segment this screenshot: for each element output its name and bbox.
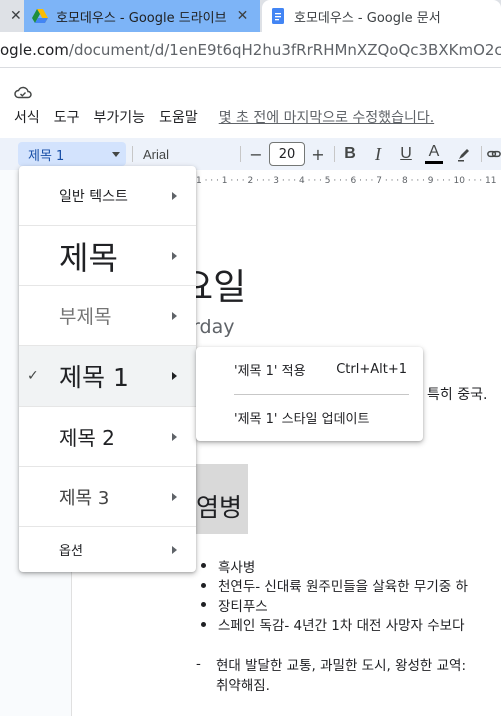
text-color-button[interactable]: A bbox=[423, 142, 445, 166]
style-menu-item-heading-2[interactable]: 제목 2 bbox=[19, 407, 196, 467]
bullet-icon bbox=[201, 602, 206, 608]
style-menu-item-label: 제목 bbox=[59, 238, 118, 277]
browser-tab-docs[interactable]: 호모데우스 - Google 문서 bbox=[262, 0, 501, 32]
chevron-right-icon bbox=[172, 492, 177, 501]
style-menu-item-heading-3[interactable]: 제목 3 bbox=[19, 467, 196, 527]
style-menu-item-label: 제목 1 bbox=[59, 363, 129, 392]
style-menu-item-normal-text[interactable]: 일반 텍스트 bbox=[19, 166, 196, 226]
style-menu-item-label: 제목 2 bbox=[59, 426, 115, 450]
paragraph-style-select[interactable]: 제목 1 bbox=[18, 142, 126, 166]
style-menu-item-label: 일반 텍스트 bbox=[59, 188, 128, 205]
list-item[interactable]: 장티푸스 bbox=[196, 595, 468, 615]
update-heading-1-style-item[interactable]: '제목 1' 스타일 업데이트 bbox=[196, 397, 423, 437]
style-menu-item-title[interactable]: 제목 bbox=[19, 226, 196, 286]
bullet-list: 흑사병 천연두- 신대륙 원주민들을 살육한 무기중 하 장티푸스 스페인 독감… bbox=[196, 556, 468, 634]
menu-tools[interactable]: 도구 bbox=[54, 107, 80, 127]
chevron-right-icon bbox=[172, 372, 177, 380]
heading-1-submenu: '제목 1' 적용 Ctrl+Alt+1 '제목 1' 스타일 업데이트 bbox=[196, 347, 423, 441]
font-select[interactable]: Arial bbox=[143, 142, 233, 166]
bullet-icon bbox=[201, 621, 206, 627]
menu-addons[interactable]: 부가기능 bbox=[94, 107, 146, 127]
address-host: ogle.com bbox=[0, 40, 69, 59]
close-icon[interactable]: ✕ bbox=[10, 8, 22, 24]
paragraph-style-menu: 일반 텍스트 제목 부제목 ✓ 제목 1 제목 2 제목 3 옵션 bbox=[19, 166, 196, 572]
font-select-value: Arial bbox=[143, 146, 170, 162]
style-menu-item-label: 옵션 bbox=[59, 544, 83, 559]
dash-paragraph: - 현대 발달한 교통, 과밀한 도시, 왕성한 교역: 취약해짐. bbox=[196, 654, 466, 694]
docs-icon bbox=[270, 8, 286, 24]
last-edit-link[interactable]: 몇 초 전에 마지막으로 수정했습니다. bbox=[219, 107, 434, 127]
list-item-text: 천연두- 신대륙 원주민들을 살육한 무기중 하 bbox=[218, 579, 468, 596]
tab-label: 호모데우스 - Google 문서 bbox=[294, 10, 441, 26]
chevron-down-icon bbox=[112, 152, 120, 157]
menu-help[interactable]: 도움말 bbox=[159, 107, 198, 127]
text-color-swatch bbox=[425, 161, 443, 164]
drive-icon bbox=[32, 8, 48, 24]
list-item-text: 흑사병 bbox=[218, 559, 256, 576]
paragraph-line[interactable]: 취약해짐. bbox=[196, 674, 466, 694]
horizontal-ruler[interactable]: 1 · · · 1 · · · 2 · · · 3 · · · 4 · · · … bbox=[196, 174, 501, 188]
browser-tab-drive[interactable]: 호모데우스 - Google 드라이브 ✕ bbox=[24, 0, 260, 32]
cloud-icon[interactable] bbox=[14, 84, 32, 99]
list-item-text: 장티푸스 bbox=[218, 598, 268, 615]
menu-format[interactable]: 서식 bbox=[14, 107, 40, 127]
underline-button[interactable]: U bbox=[395, 142, 417, 166]
link-icon[interactable] bbox=[486, 142, 501, 166]
bullet-icon bbox=[201, 582, 206, 588]
chevron-right-icon bbox=[172, 191, 177, 200]
document-heading-text[interactable]: 염병 bbox=[195, 464, 248, 534]
submenu-item-label: '제목 1' 적용 bbox=[234, 363, 306, 379]
browser-tab-previous[interactable]: ✕ bbox=[0, 0, 24, 32]
close-icon[interactable]: ✕ bbox=[237, 8, 249, 24]
style-menu-item-heading-1[interactable]: ✓ 제목 1 bbox=[19, 346, 196, 407]
tab-label: 호모데우스 - Google 드라이브 bbox=[56, 10, 227, 26]
chevron-right-icon bbox=[172, 432, 177, 441]
list-item[interactable]: 흑사병 bbox=[196, 556, 468, 576]
browser-tabstrip: ✕ 호모데우스 - Google 드라이브 ✕ 호모데우스 - Google 문… bbox=[0, 0, 501, 32]
address-path: /document/d/1enE9t6qH2hu3fRrRHMnXZQoQc3B… bbox=[68, 40, 501, 59]
italic-button[interactable]: I bbox=[367, 142, 389, 166]
toolbar-divider bbox=[132, 146, 133, 162]
dash-marker: - bbox=[196, 656, 201, 672]
toolbar-divider bbox=[481, 146, 482, 162]
increase-font-size-button[interactable]: + bbox=[307, 142, 329, 166]
submenu-divider bbox=[234, 394, 409, 395]
chevron-right-icon bbox=[172, 545, 177, 554]
apply-heading-1-item[interactable]: '제목 1' 적용 Ctrl+Alt+1 bbox=[196, 349, 423, 389]
style-select-value: 제목 1 bbox=[28, 148, 65, 164]
style-menu-item-label: 부제목 bbox=[59, 306, 112, 328]
paragraph-text: 취약해짐. bbox=[216, 678, 270, 694]
font-size-input[interactable]: 20 bbox=[269, 142, 305, 166]
style-menu-item-label: 제목 3 bbox=[59, 487, 110, 509]
text-color-letter: A bbox=[428, 143, 440, 160]
list-item[interactable]: 스페인 독감- 4년간 1차 대전 사망자 수보다 bbox=[196, 615, 468, 635]
keyboard-shortcut: Ctrl+Alt+1 bbox=[336, 361, 407, 377]
docs-menubar: 서식 도구 부가기능 도움말 몇 초 전에 마지막으로 수정했습니다. bbox=[0, 106, 434, 128]
toolbar-divider bbox=[334, 146, 335, 162]
bullet-icon bbox=[201, 563, 206, 569]
submenu-item-label: '제목 1' 스타일 업데이트 bbox=[234, 411, 370, 427]
check-icon: ✓ bbox=[27, 368, 39, 384]
decrease-font-size-button[interactable]: − bbox=[245, 142, 267, 166]
style-menu-item-subtitle[interactable]: 부제목 bbox=[19, 286, 196, 346]
bold-button[interactable]: B bbox=[339, 142, 361, 166]
toolbar-divider bbox=[240, 146, 241, 162]
paragraph-text: 현대 발달한 교통, 과밀한 도시, 왕성한 교역: bbox=[216, 658, 467, 674]
chevron-right-icon bbox=[172, 311, 177, 320]
paragraph-line[interactable]: - 현대 발달한 교통, 과밀한 도시, 왕성한 교역: bbox=[196, 654, 466, 674]
highlighter-icon[interactable] bbox=[453, 142, 475, 166]
document-body-text[interactable]: 특히 중국. bbox=[427, 384, 487, 404]
style-menu-item-options[interactable]: 옵션 bbox=[19, 527, 196, 572]
list-item[interactable]: 천연두- 신대륙 원주민들을 살육한 무기중 하 bbox=[196, 576, 468, 596]
list-item-text: 스페인 독감- 4년간 1차 대전 사망자 수보다 bbox=[218, 618, 465, 635]
address-bar[interactable]: ogle.com/document/d/1enE9t6qH2hu3fRrRHMn… bbox=[0, 32, 501, 68]
chevron-right-icon bbox=[172, 251, 177, 260]
